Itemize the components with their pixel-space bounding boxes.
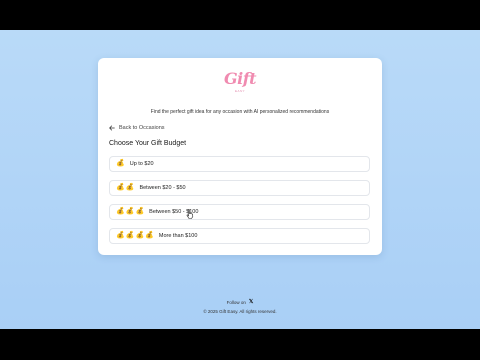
money-bag-icon: 💰 (116, 208, 125, 215)
money-bag-icon: 💰 (135, 232, 145, 239)
page-title: Choose Your Gift Budget (109, 140, 187, 147)
follow-on-x: Follow on 𝕏 (0, 299, 480, 305)
option-label: More than $100 (158, 233, 198, 239)
x-icon[interactable]: 𝕏 (249, 299, 253, 305)
back-link-label: Back to Occasions (119, 125, 165, 131)
money-bag-icon: 💰 (125, 208, 135, 215)
option-label: Up to $20 (129, 161, 154, 167)
money-bag-icon: 💰 (116, 184, 125, 191)
tagline: Find the perfect gift idea for any occas… (150, 109, 330, 115)
money-bag-icon: 💰 (135, 208, 145, 215)
budget-option-50-100[interactable]: 💰 💰 💰 Between $50 - $100 (109, 204, 370, 220)
copyright: © 2025 Gift Easy. All rights reserved. (203, 309, 277, 314)
logo-subtext: EASY (234, 89, 245, 93)
budget-card: Gift EASY Find the perfect gift idea for… (98, 58, 382, 255)
arrow-left-icon (109, 125, 115, 131)
money-bag-icon: 💰 (145, 232, 154, 239)
money-bag-icon: 💰 (116, 232, 125, 239)
money-bag-icon: 💰 (116, 160, 125, 167)
option-label: Between $20 - $50 (139, 185, 186, 191)
money-bag-icons: 💰 💰 💰 (116, 208, 144, 216)
gift-easy-logo[interactable]: Gift (98, 71, 382, 87)
page-viewport: Gift EASY Find the perfect gift idea for… (0, 30, 480, 329)
budget-option-20-50[interactable]: 💰 💰 Between $20 - $50 (109, 180, 370, 196)
money-bag-icon: 💰 (125, 232, 135, 239)
back-to-occasions-link[interactable]: Back to Occasions (109, 125, 165, 131)
follow-label: Follow on (226, 299, 246, 305)
budget-option-more-than-100[interactable]: 💰 💰 💰 💰 More than $100 (109, 228, 370, 244)
money-bag-icons: 💰 💰 (116, 184, 134, 192)
money-bag-icons: 💰 💰 💰 💰 (116, 232, 154, 240)
budget-option-up-to-20[interactable]: 💰 Up to $20 (109, 156, 370, 172)
money-bag-icons: 💰 (116, 160, 125, 168)
money-bag-icon: 💰 (125, 184, 135, 191)
hand-pointer-cursor-icon (186, 209, 194, 219)
